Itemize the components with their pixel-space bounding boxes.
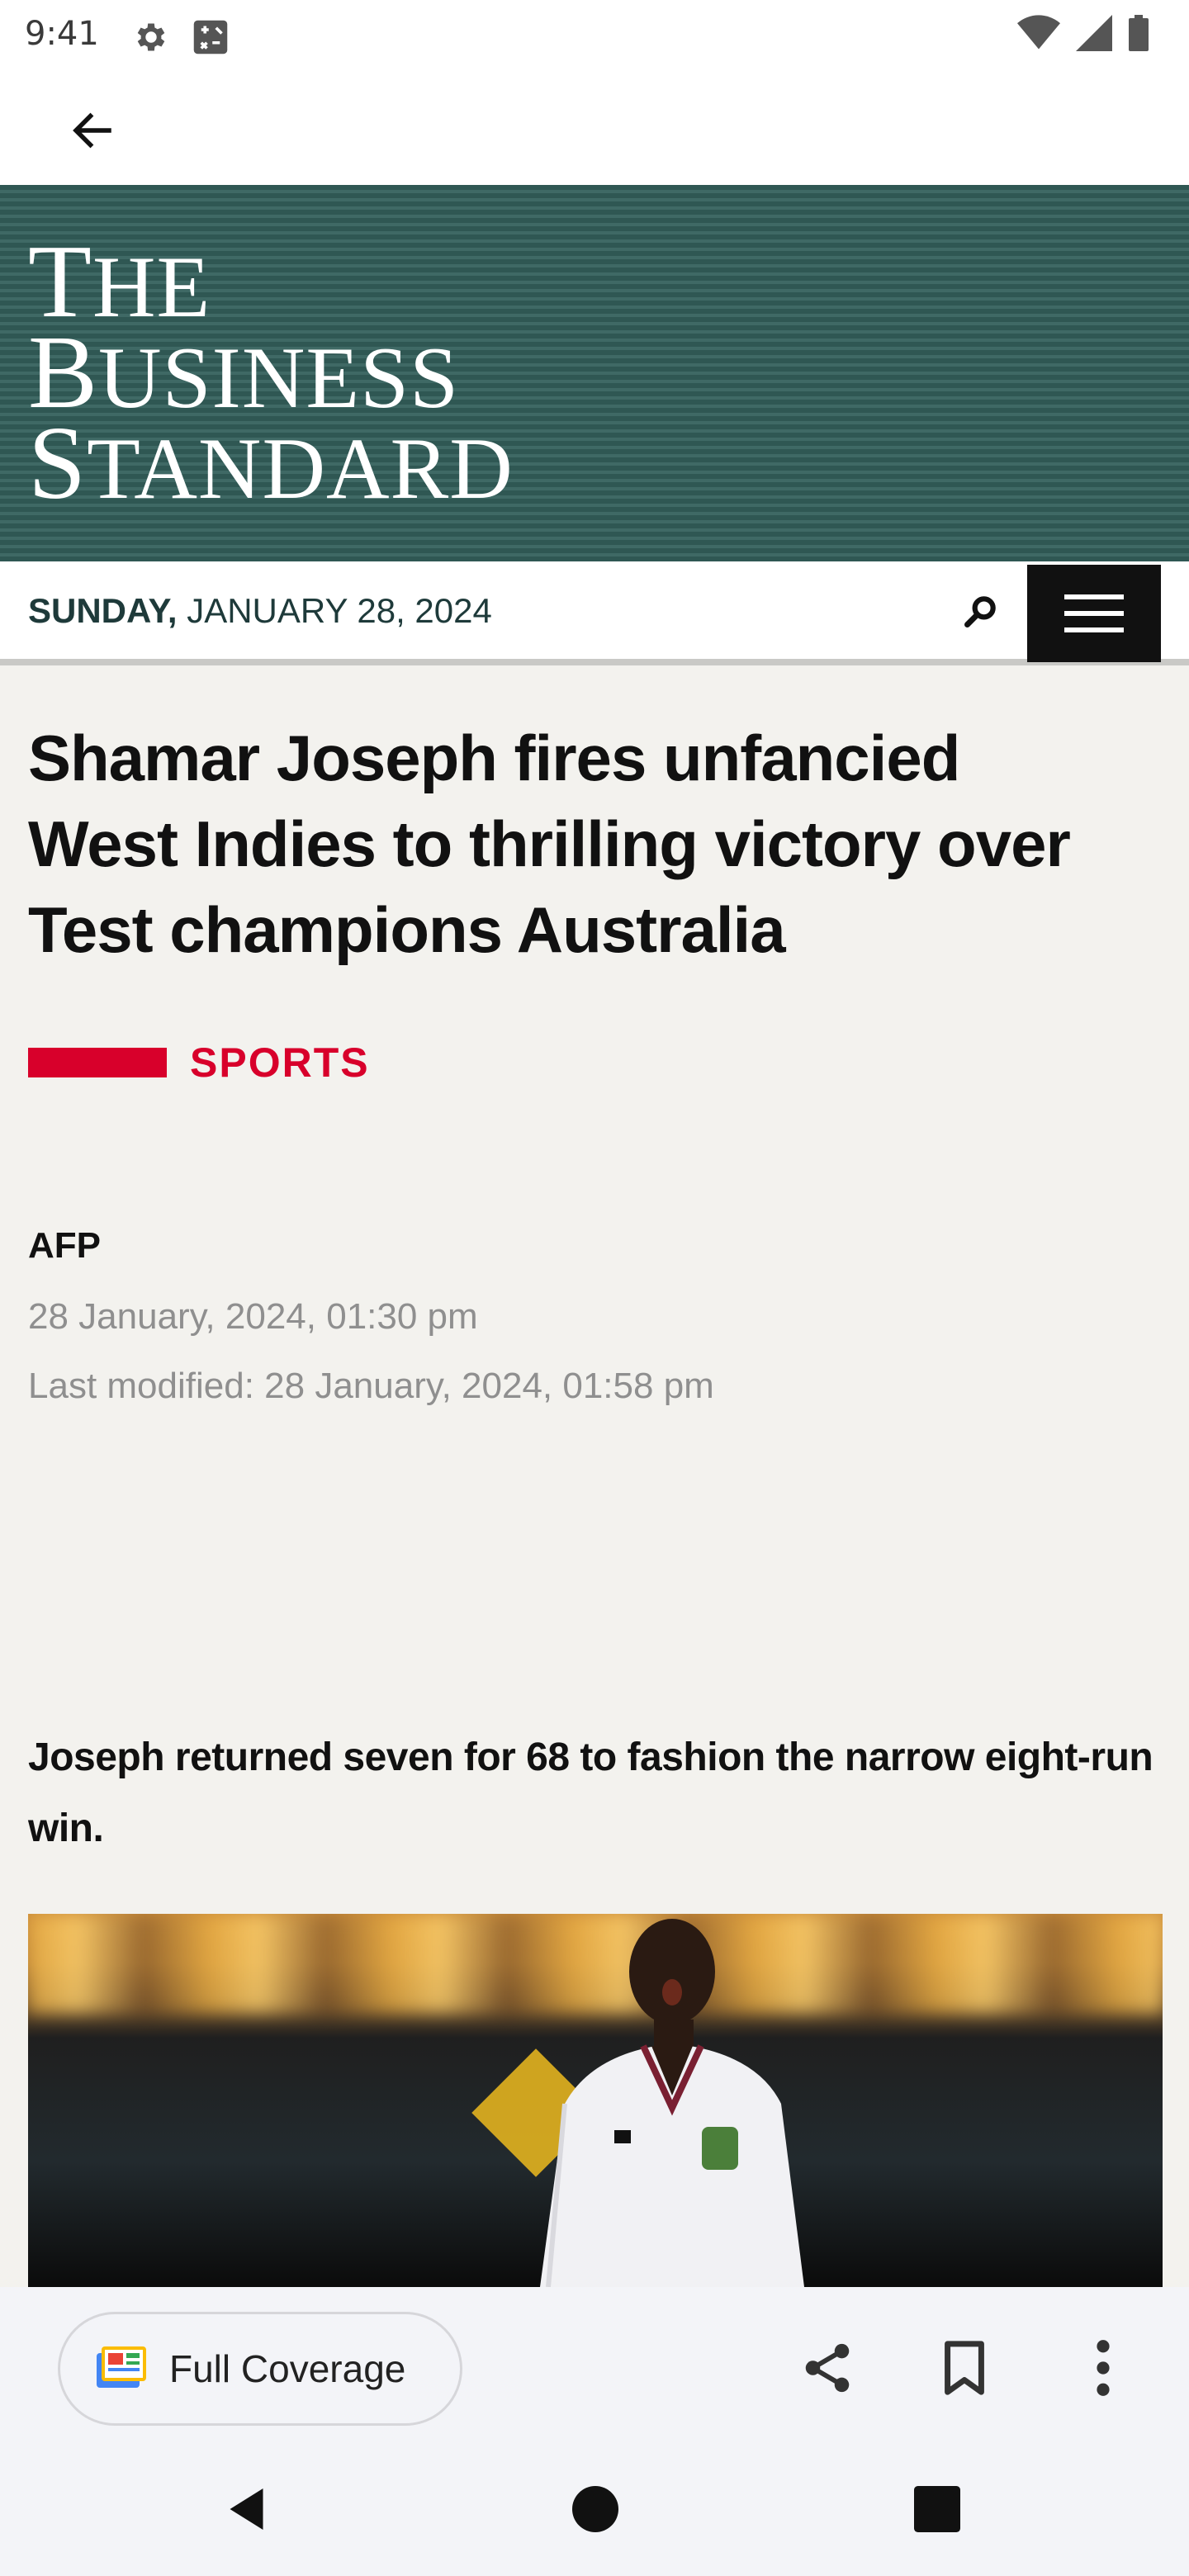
cricketer-figure <box>540 1919 804 2287</box>
back-button[interactable] <box>58 97 127 167</box>
site-logo: THE BUSINESS STANDARD <box>28 225 514 521</box>
hamburger-menu-icon <box>1064 594 1124 599</box>
masthead-banner[interactable]: THE BUSINESS STANDARD <box>0 185 1189 561</box>
modified-date: Last modified: 28 January, 2024, 01:58 p… <box>28 1366 714 1406</box>
section-label: SPORTS <box>190 1039 370 1086</box>
full-coverage-label: Full Coverage <box>169 2347 406 2390</box>
logo-line-1: THE <box>28 225 211 339</box>
article-author[interactable]: AFP <box>28 1225 101 1267</box>
nav-home-icon <box>572 2485 618 2536</box>
status-time: 9:41 <box>25 15 99 53</box>
search-button[interactable] <box>958 590 1004 636</box>
date-value: JANUARY 28, 2024 <box>187 591 492 630</box>
arrow-back-icon <box>68 106 117 159</box>
nav-recents-icon <box>914 2485 960 2536</box>
section-bar <box>28 1048 167 1077</box>
newspaper-icon <box>97 2346 146 2392</box>
gear-icon <box>132 18 170 60</box>
wifi-icon <box>1017 15 1060 55</box>
full-coverage-button[interactable]: Full Coverage <box>58 2312 462 2426</box>
nav-back-button[interactable] <box>211 2474 286 2548</box>
status-right-icons <box>1017 15 1149 55</box>
date-day: SUNDAY, <box>28 591 178 630</box>
status-bar: 9:41 <box>0 0 1189 73</box>
more-options-button[interactable] <box>1070 2337 1136 2403</box>
system-nav-bar <box>0 2447 1189 2576</box>
section-tag[interactable]: SPORTS <box>28 1039 370 1087</box>
nav-recents-button[interactable] <box>900 2474 974 2548</box>
nav-home-button[interactable] <box>558 2474 632 2548</box>
scratch-pad-icon <box>188 15 233 64</box>
logo-line-2: BUSINESS <box>28 315 460 430</box>
logo-line-3: STANDARD <box>28 406 514 521</box>
nav-back-icon <box>224 2484 273 2538</box>
share-button[interactable] <box>794 2337 860 2403</box>
article-headline: Shamar Joseph fires unfancied West Indie… <box>28 722 1071 966</box>
date-bar: SUNDAY, JANUARY 28, 2024 <box>0 561 1189 665</box>
bookmark-button[interactable] <box>931 2337 997 2403</box>
status-left-icons <box>132 15 233 64</box>
signal-icon <box>1075 15 1113 55</box>
battery-icon <box>1128 15 1149 55</box>
menu-button[interactable] <box>1027 565 1161 662</box>
share-icon <box>798 2339 856 2401</box>
bottom-toolbar: Full Coverage <box>0 2287 1189 2447</box>
article-hero-image[interactable] <box>28 1914 1163 2287</box>
bookmark-icon <box>939 2339 990 2401</box>
search-icon <box>963 593 999 633</box>
current-date: SUNDAY, JANUARY 28, 2024 <box>28 591 492 631</box>
more-vert-icon <box>1095 2339 1111 2401</box>
app-bar <box>0 73 1189 185</box>
article-summary: Joseph returned seven for 68 to fashion … <box>28 1735 1153 1850</box>
published-date: 28 January, 2024, 01:30 pm <box>28 1296 478 1337</box>
